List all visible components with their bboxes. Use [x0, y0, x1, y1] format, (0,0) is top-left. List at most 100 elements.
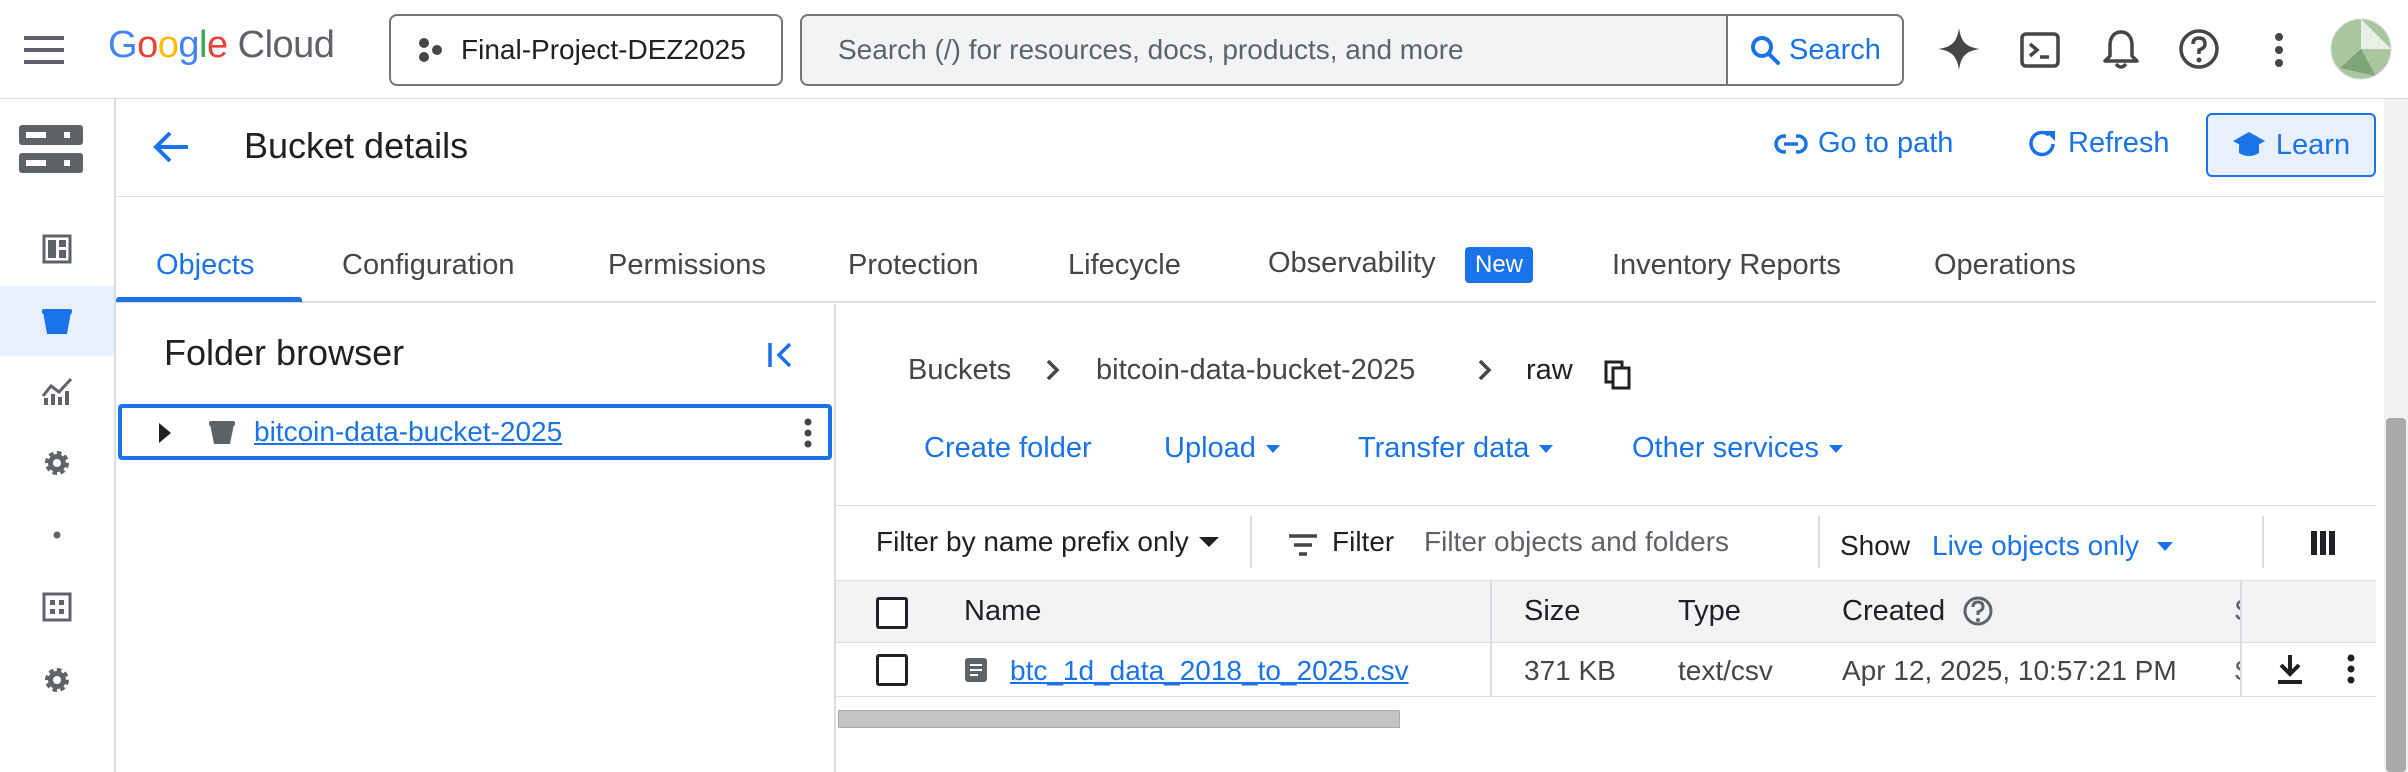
other-services-menu-button[interactable]: Other services [1632, 432, 1843, 465]
expand-triangle-icon[interactable] [158, 422, 172, 444]
show-label: Show [1840, 530, 1911, 561]
other-services-label: Other services [1632, 432, 1819, 464]
horizontal-scrollbar-thumb[interactable] [838, 710, 1400, 728]
table-row[interactable]: btc_1d_data_2018_to_2025.csv 371 KB text… [836, 643, 2376, 697]
main-menu-icon[interactable] [24, 34, 64, 66]
bucket-icon [41, 306, 73, 336]
tab-inventory-reports[interactable]: Inventory Reports [1612, 249, 1841, 282]
dropdown-caret-icon [1198, 537, 1219, 547]
tab-configuration[interactable]: Configuration [342, 249, 515, 282]
row-checkbox[interactable] [876, 654, 908, 686]
filter-toolbar: Filter by name prefix only Filter Filter… [836, 505, 2376, 581]
dot-icon [53, 531, 61, 539]
help-icon[interactable] [1962, 595, 1994, 627]
page-header: Bucket details Go to path Refresh Learn [116, 99, 2408, 197]
tab-protection[interactable]: Protection [848, 249, 979, 282]
page-title: Bucket details [244, 125, 469, 166]
back-arrow-icon[interactable] [152, 129, 190, 165]
gemini-sparkle-icon[interactable] [1936, 26, 1982, 72]
notifications-bell-icon[interactable] [2102, 28, 2140, 70]
bucket-tree-link[interactable]: bitcoin-data-bucket-2025 [254, 416, 562, 448]
copy-path-icon[interactable] [1604, 360, 1632, 390]
tab-objects[interactable]: Objects [156, 249, 254, 282]
object-created: Apr 12, 2025, 10:57:21 PM [1842, 655, 2177, 686]
filter-input[interactable]: Filter objects and folders [1424, 526, 1729, 558]
folder-tree-item-bucket[interactable]: bitcoin-data-bucket-2025 [118, 404, 832, 460]
object-name-link[interactable]: btc_1d_data_2018_to_2025.csv [1010, 655, 1409, 687]
column-display-options-icon[interactable] [2310, 530, 2336, 556]
download-icon[interactable] [2276, 653, 2304, 685]
objects-table-header: Name Size Type Created S [836, 581, 2376, 643]
more-options-icon[interactable] [2274, 32, 2284, 68]
user-avatar[interactable] [2330, 18, 2392, 80]
cloud-shell-icon[interactable] [2020, 30, 2060, 70]
column-header-name[interactable]: Name [964, 595, 1041, 628]
vertical-scrollbar-thumb[interactable] [2386, 418, 2406, 772]
cloud-storage-product-icon[interactable] [18, 123, 84, 175]
sticky-column-divider [2240, 643, 2242, 697]
filter-mode-dropdown[interactable]: Filter by name prefix only [876, 526, 1219, 558]
rail-grid[interactable] [0, 572, 114, 642]
project-icon [415, 35, 445, 65]
learn-button[interactable]: Learn [2206, 113, 2376, 177]
project-name: Final-Project-DEZ2025 [461, 34, 746, 65]
toolbar-divider [1250, 516, 1252, 568]
graduation-cap-icon [2232, 130, 2266, 160]
folder-browser-panel: Folder browser bitcoin-data-bucket-2025 [116, 304, 836, 772]
global-search: Search [800, 14, 1904, 86]
dashboard-icon [42, 234, 72, 264]
rail-settings-2[interactable] [0, 645, 114, 715]
select-all-checkbox[interactable] [876, 597, 908, 629]
search-button[interactable]: Search [1726, 16, 1902, 84]
google-cloud-logo[interactable]: Google Cloud [108, 24, 335, 67]
breadcrumb-bucket[interactable]: bitcoin-data-bucket-2025 [1096, 354, 1415, 387]
go-to-path-button[interactable]: Go to path [1774, 127, 1953, 160]
column-header-created[interactable]: Created [1842, 595, 1945, 628]
tab-permissions[interactable]: Permissions [608, 249, 766, 282]
dropdown-caret-icon [1539, 444, 1554, 453]
column-header-size[interactable]: Size [1524, 595, 1580, 628]
learn-label: Learn [2275, 128, 2351, 161]
rail-dot[interactable] [0, 500, 114, 570]
breadcrumb-buckets[interactable]: Buckets [908, 354, 1011, 387]
more-vert-icon[interactable] [804, 418, 812, 448]
rail-overview[interactable] [0, 214, 114, 284]
rail-settings[interactable] [0, 428, 114, 498]
toolbar-divider [1818, 516, 1820, 568]
object-size: 371 KB [1524, 655, 1616, 686]
refresh-icon [2026, 128, 2058, 160]
collapse-panel-icon[interactable] [766, 340, 796, 370]
upload-menu-button[interactable]: Upload [1164, 432, 1280, 465]
show-value: Live objects only [1932, 530, 2140, 561]
new-badge: New [1465, 247, 1533, 283]
search-button-label: Search [1789, 33, 1881, 66]
go-to-path-label: Go to path [1818, 127, 1954, 159]
column-resize-handle[interactable] [1490, 581, 1492, 643]
transfer-data-menu-button[interactable]: Transfer data [1358, 432, 1554, 465]
show-objects-dropdown[interactable]: Live objects only [1932, 530, 2174, 562]
column-divider [1490, 643, 1492, 697]
tab-observability[interactable]: Observability [1268, 247, 1436, 280]
help-icon[interactable] [2178, 28, 2220, 70]
folder-browser-title: Folder browser [164, 332, 405, 373]
project-picker-button[interactable]: Final-Project-DEZ2025 [389, 14, 783, 86]
column-header-type[interactable]: Type [1678, 595, 1741, 628]
breadcrumb-current-folder: raw [1526, 354, 1573, 386]
rail-buckets[interactable] [0, 286, 114, 356]
logo-google: Google [108, 24, 228, 66]
gear-icon [41, 447, 73, 479]
toolbar-divider [2262, 516, 2264, 568]
create-folder-button[interactable]: Create folder [924, 432, 1092, 465]
refresh-label: Refresh [2068, 127, 2170, 159]
row-more-vert-icon[interactable] [2347, 654, 2355, 684]
grid-building-icon [42, 592, 72, 622]
file-document-icon [964, 657, 988, 683]
tab-lifecycle[interactable]: Lifecycle [1068, 249, 1181, 282]
upload-label: Upload [1164, 432, 1256, 464]
bucket-icon [208, 418, 236, 446]
refresh-button[interactable]: Refresh [2026, 127, 2170, 160]
rail-monitoring[interactable] [0, 356, 114, 426]
tab-operations[interactable]: Operations [1934, 249, 2076, 282]
search-input[interactable] [802, 16, 1726, 84]
dropdown-caret-icon [1828, 444, 1843, 453]
